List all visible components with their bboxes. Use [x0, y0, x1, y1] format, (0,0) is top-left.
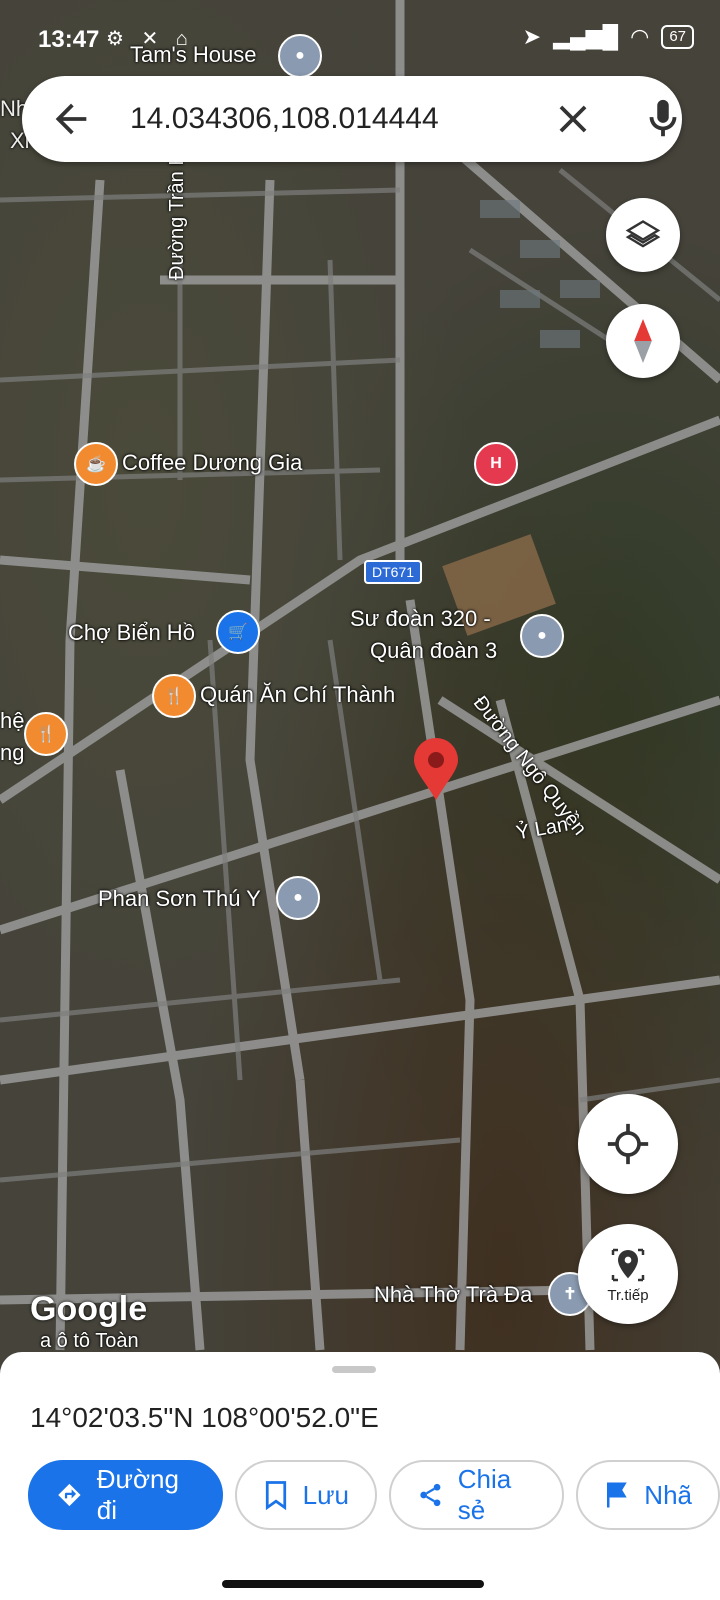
- coffee-icon[interactable]: ☕: [74, 442, 118, 486]
- compass-icon: [634, 319, 652, 363]
- label-button[interactable]: Nhã: [576, 1460, 720, 1530]
- microphone-icon[interactable]: [640, 96, 686, 142]
- navigation-pin-icon: [611, 1248, 645, 1281]
- share-icon: [420, 1483, 441, 1507]
- bottom-sheet[interactable]: 14°02'03.5"N 108°00'52.0"E Đường đi Lưu …: [0, 1352, 720, 1600]
- layers-icon: [625, 220, 661, 248]
- my-location-button[interactable]: [578, 1094, 678, 1194]
- location-arrow-icon: ➤: [522, 24, 542, 49]
- search-bar[interactable]: 14.034306,108.014444: [22, 76, 682, 162]
- place-label-su-doan[interactable]: Sư đoàn 320 -: [350, 606, 491, 632]
- hospital-icon[interactable]: H: [474, 442, 518, 486]
- search-input[interactable]: 14.034306,108.014444: [130, 102, 439, 136]
- place-label-coffee[interactable]: Coffee Dương Gia: [122, 450, 302, 476]
- restaurant-icon[interactable]: 🍴: [24, 712, 68, 756]
- partial-label: ng: [0, 740, 25, 765]
- bookmark-icon: [265, 1481, 286, 1510]
- location-pin-icon: [414, 738, 458, 800]
- restaurant-icon[interactable]: 🍴: [152, 674, 196, 718]
- signal-icon: ▂▄▆█: [553, 24, 619, 49]
- crosshair-icon: [607, 1123, 649, 1165]
- share-button[interactable]: Chia sẻ: [389, 1460, 565, 1530]
- navigate-button[interactable]: Tr.tiếp: [578, 1224, 678, 1324]
- save-label: Lưu: [302, 1479, 349, 1510]
- sheet-drag-handle[interactable]: [332, 1366, 376, 1373]
- flag-icon: [607, 1482, 628, 1508]
- compass-button[interactable]: [606, 304, 680, 378]
- place-label-cho-bien-ho[interactable]: Chợ Biển Hồ: [68, 620, 195, 646]
- status-bar: 13:47 ⚙ ✕ ⌂ ➤ ▂▄▆█ ◠ 67: [0, 0, 720, 70]
- place-marker-icon[interactable]: ●: [520, 614, 564, 658]
- place-marker-icon[interactable]: ●: [276, 876, 320, 920]
- back-arrow-icon[interactable]: [48, 96, 94, 142]
- directions-button[interactable]: Đường đi: [28, 1460, 223, 1530]
- battery-icon: 67: [661, 25, 694, 49]
- close-icon[interactable]: [550, 96, 596, 142]
- partial-label: hệ: [0, 708, 25, 733]
- directions-label: Đường đi: [96, 1464, 179, 1525]
- layers-button[interactable]: [606, 198, 680, 272]
- partial-label: a ô tô Toàn: [40, 1330, 139, 1352]
- place-label-quan-an[interactable]: Quán Ăn Chí Thành: [200, 682, 395, 708]
- place-label-phan-son[interactable]: Phan Sơn Thú Y: [98, 886, 261, 912]
- navigate-label: Tr.tiếp: [607, 1286, 649, 1304]
- google-logo: Google: [30, 1290, 148, 1328]
- place-label-quan-doan[interactable]: Quân đoàn 3: [370, 638, 497, 664]
- save-button[interactable]: Lưu: [234, 1460, 377, 1530]
- wifi-icon: ◠: [630, 24, 650, 49]
- status-time: 13:47: [38, 26, 100, 53]
- notification-icons: ⚙ ✕ ⌂: [106, 28, 194, 50]
- shopping-cart-icon[interactable]: 🛒: [216, 610, 260, 654]
- home-indicator[interactable]: [222, 1580, 484, 1588]
- road-shield-dt671: DT671: [364, 560, 423, 584]
- coordinates-text: 14°02'03.5"N 108°00'52.0"E: [30, 1402, 379, 1433]
- share-label: Chia sẻ: [457, 1464, 512, 1525]
- label-label: Nhã: [644, 1479, 692, 1510]
- place-label-nha-tho[interactable]: Nhà Thờ Trà Đa: [374, 1282, 532, 1308]
- action-chips: Đường đi Lưu Chia sẻ Nhã: [28, 1460, 720, 1530]
- directions-icon: [58, 1483, 81, 1507]
